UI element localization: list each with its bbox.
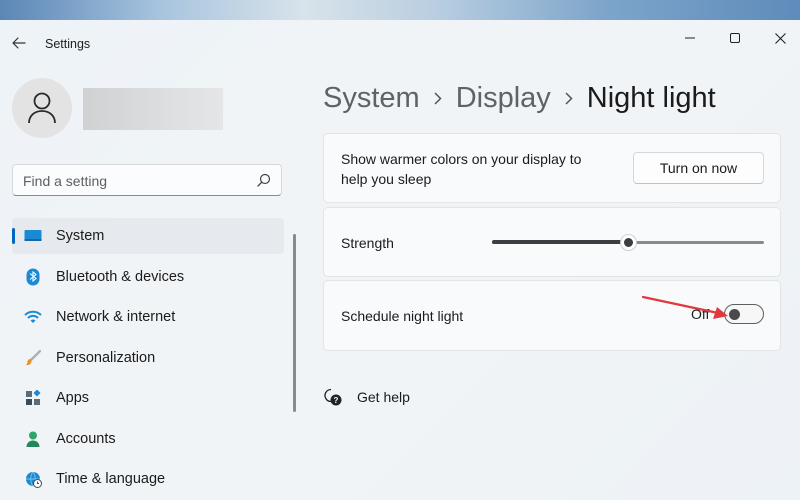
sidebar-item-label: System bbox=[56, 228, 105, 244]
person-icon bbox=[24, 431, 42, 447]
sidebar-item-label: Network & internet bbox=[56, 309, 176, 325]
globe-clock-icon bbox=[24, 471, 42, 488]
sidebar-item-label: Apps bbox=[56, 390, 90, 406]
schedule-label: Schedule night light bbox=[341, 308, 464, 324]
display-icon bbox=[24, 228, 42, 244]
help-icon: ? bbox=[324, 388, 342, 406]
search-placeholder: Find a setting bbox=[23, 173, 108, 189]
sidebar-item-accounts[interactable]: Accounts bbox=[12, 421, 284, 457]
sidebar-item-personalization[interactable]: Personalization bbox=[12, 340, 284, 376]
slider-thumb[interactable] bbox=[620, 234, 637, 251]
svg-text:?: ? bbox=[334, 396, 339, 405]
breadcrumb: System Display Night light bbox=[323, 78, 716, 118]
slider-fill bbox=[492, 240, 628, 244]
chevron-right-icon bbox=[434, 91, 442, 105]
minimize-icon bbox=[685, 37, 695, 39]
bluetooth-icon bbox=[24, 268, 42, 285]
strength-card: Strength bbox=[323, 207, 781, 277]
sidebar-item-label: Time & language bbox=[56, 471, 166, 487]
sidebar-item-network[interactable]: Network & internet bbox=[12, 299, 284, 335]
strength-label: Strength bbox=[341, 235, 394, 251]
sidebar-item-apps[interactable]: Apps bbox=[12, 380, 284, 416]
settings-window: Settings Find a setting System Bluetooth… bbox=[0, 20, 800, 500]
turn-on-now-button[interactable]: Turn on now bbox=[633, 152, 764, 184]
sidebar-scrollbar[interactable] bbox=[293, 234, 296, 412]
chevron-right-icon bbox=[565, 91, 573, 105]
arrow-left-icon bbox=[12, 37, 26, 49]
strength-slider[interactable] bbox=[492, 234, 764, 251]
person-icon bbox=[28, 92, 56, 124]
sidebar-item-time-language[interactable]: Time & language bbox=[12, 461, 284, 497]
minimize-button[interactable] bbox=[670, 24, 710, 52]
search-icon bbox=[257, 173, 271, 187]
brush-icon bbox=[24, 349, 42, 366]
desktop-wallpaper bbox=[0, 0, 800, 20]
maximize-icon bbox=[730, 33, 740, 43]
sidebar-item-label: Bluetooth & devices bbox=[56, 268, 185, 285]
back-button[interactable] bbox=[8, 32, 30, 54]
sidebar-item-system[interactable]: System bbox=[12, 218, 284, 254]
wifi-icon bbox=[24, 309, 42, 325]
sidebar-item-bluetooth[interactable]: Bluetooth & devices bbox=[12, 259, 284, 295]
selection-indicator bbox=[12, 228, 15, 244]
turn-on-description: Show warmer colors on your display to he… bbox=[341, 151, 582, 187]
apps-icon bbox=[24, 390, 42, 406]
page-title: Night light bbox=[586, 81, 716, 114]
breadcrumb-system[interactable]: System bbox=[323, 82, 420, 115]
close-button[interactable] bbox=[760, 24, 800, 52]
breadcrumb-display[interactable]: Display bbox=[456, 82, 551, 115]
title-bar: Settings bbox=[0, 20, 800, 68]
avatar[interactable] bbox=[12, 78, 72, 138]
close-icon bbox=[774, 32, 786, 44]
annotation-arrow-icon bbox=[641, 295, 728, 319]
search-input[interactable]: Find a setting bbox=[12, 164, 282, 196]
get-help-link[interactable]: ? Get help bbox=[323, 385, 410, 409]
sidebar-item-label: Personalization bbox=[56, 349, 156, 366]
sidebar-nav: System Bluetooth & devices Network & int… bbox=[12, 218, 284, 500]
turn-on-card: Show warmer colors on your display to he… bbox=[323, 133, 781, 203]
app-title: Settings bbox=[45, 37, 91, 51]
get-help-label: Get help bbox=[357, 389, 410, 405]
user-name-redacted bbox=[83, 88, 223, 130]
sidebar-item-label: Accounts bbox=[56, 430, 116, 447]
maximize-button[interactable] bbox=[715, 24, 755, 52]
